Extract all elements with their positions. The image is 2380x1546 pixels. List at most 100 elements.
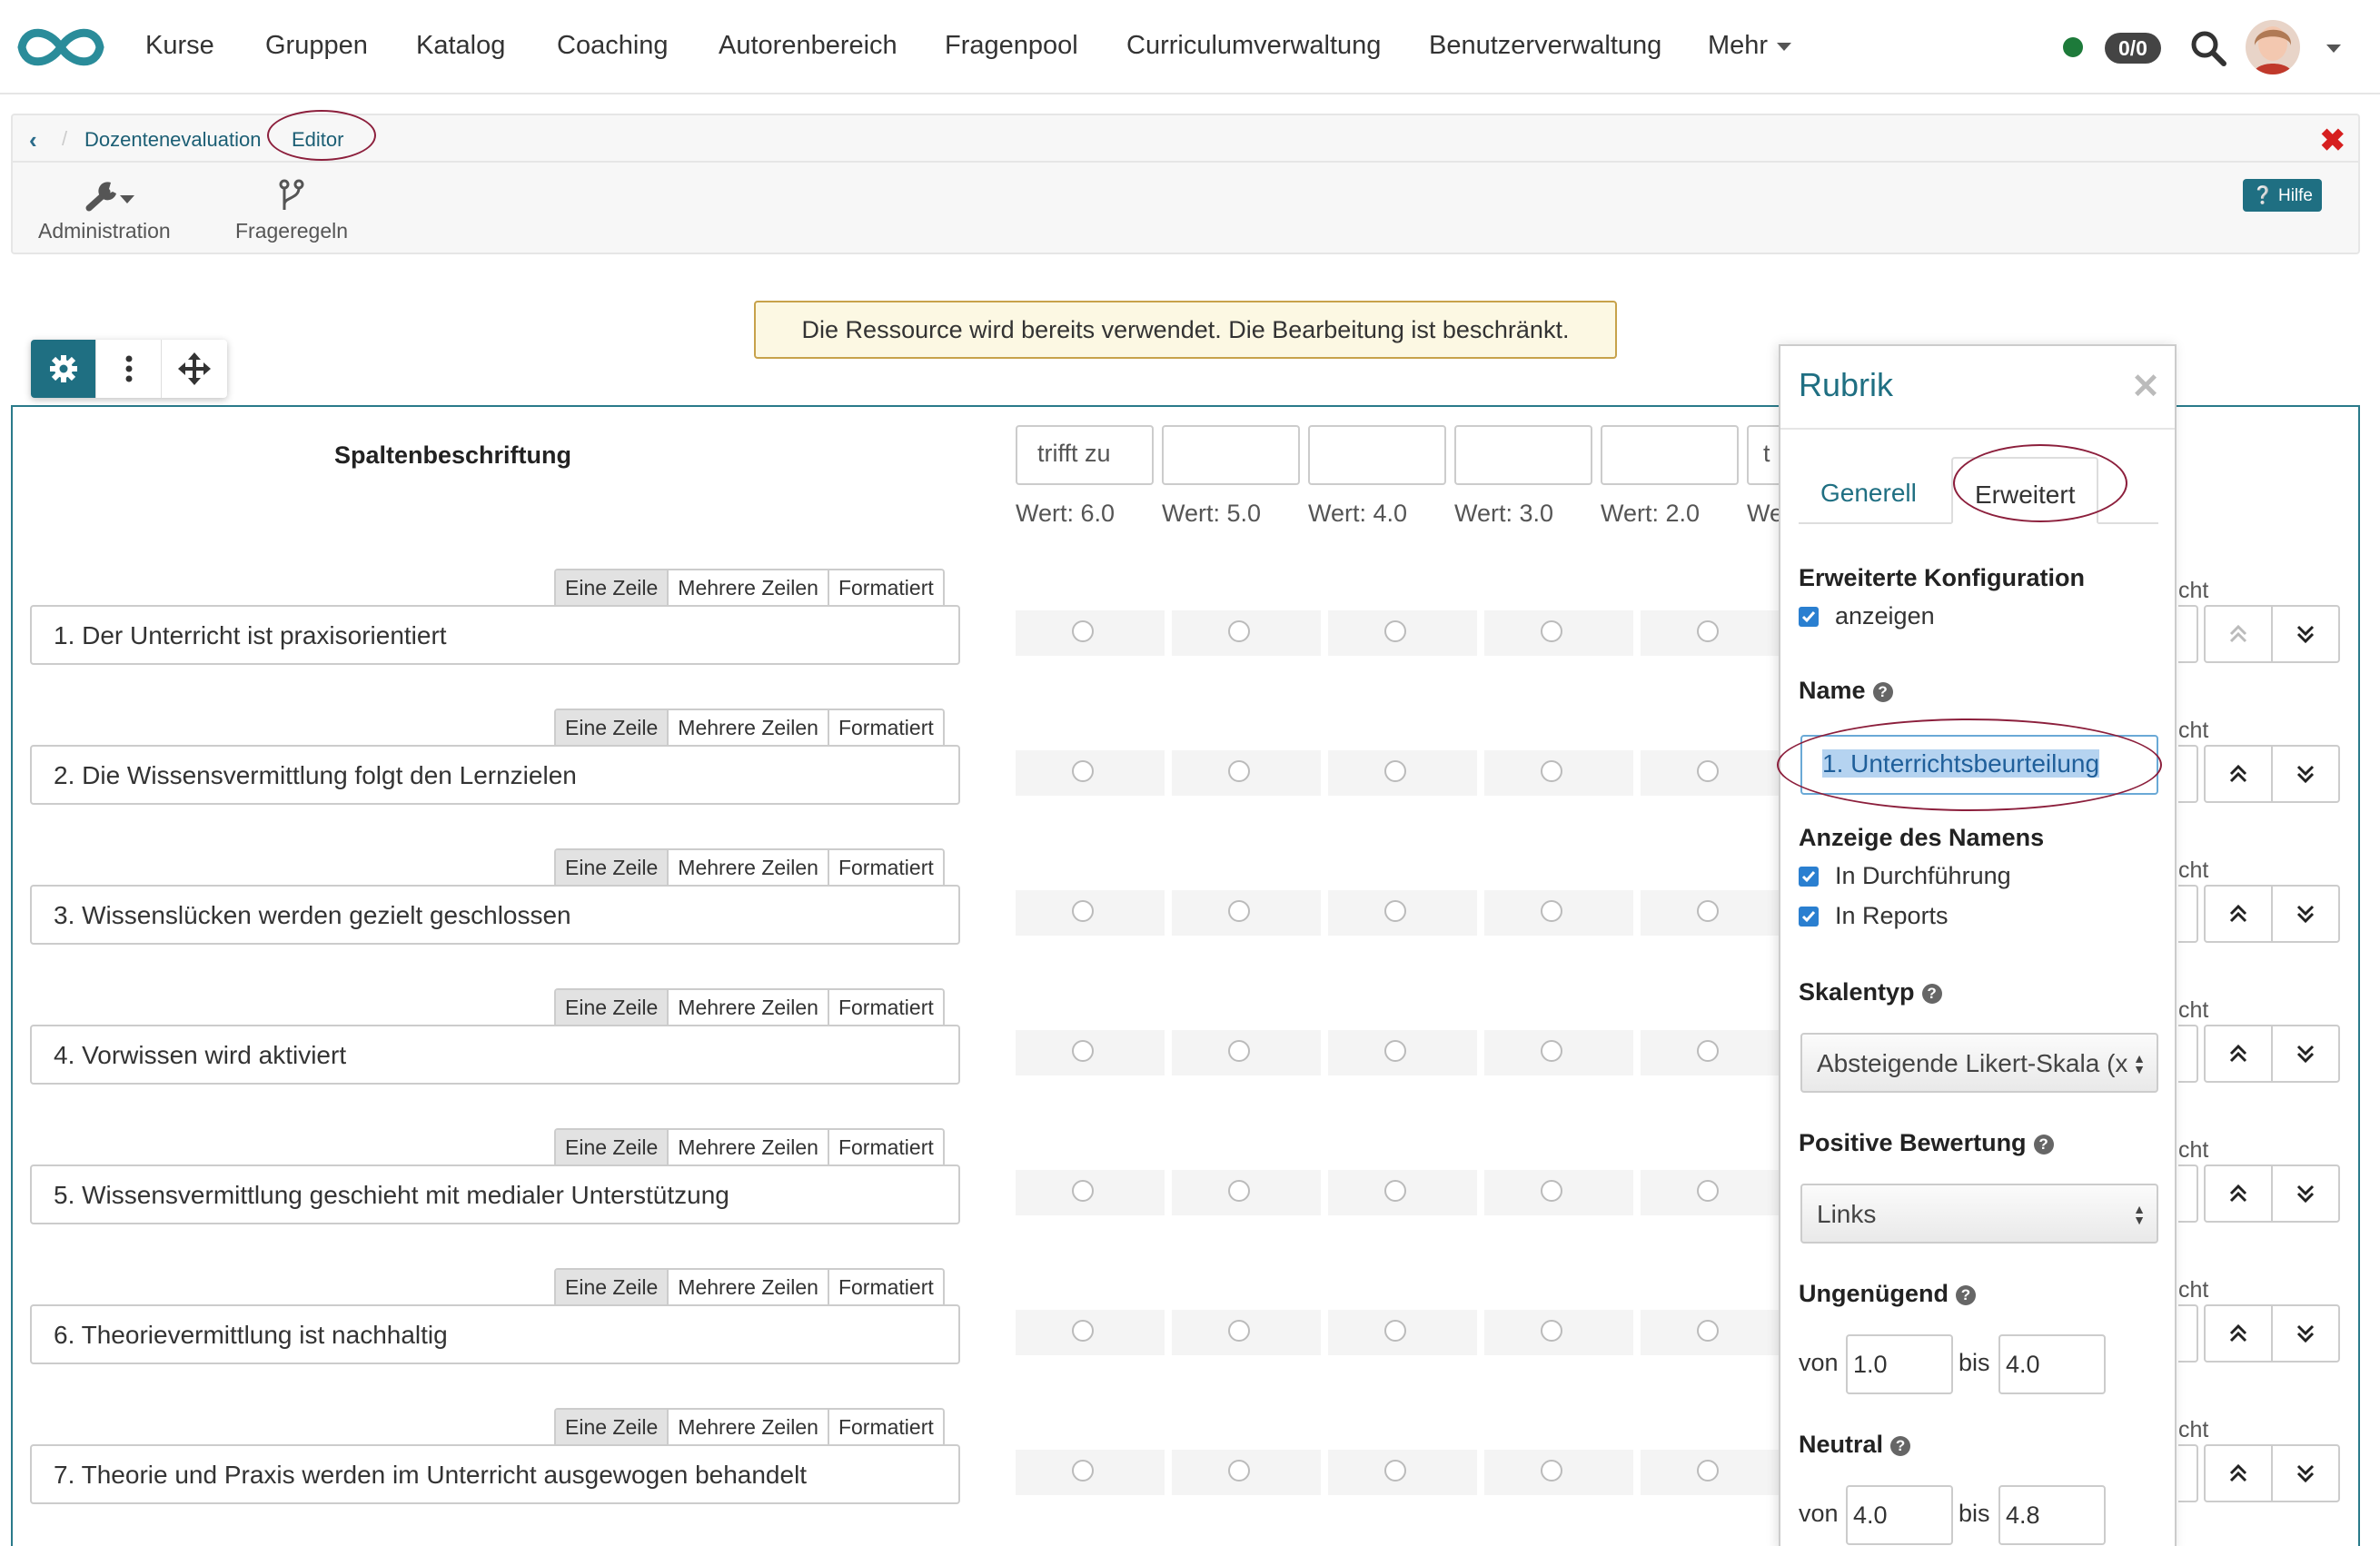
weight-input[interactable] [2178, 1304, 2198, 1363]
help-icon[interactable]: ? [1955, 1284, 1976, 1305]
mode-multi-line[interactable]: Mehrere Zeilen [667, 1270, 828, 1304]
radio-button[interactable] [1072, 900, 1094, 922]
radio-button[interactable] [1228, 620, 1250, 642]
mode-multi-line[interactable]: Mehrere Zeilen [667, 1130, 828, 1164]
radio-button[interactable] [1228, 900, 1250, 922]
more-options-button[interactable] [96, 340, 162, 398]
radio-button[interactable] [1072, 760, 1094, 782]
mode-multi-line[interactable]: Mehrere Zeilen [667, 570, 828, 605]
radio-button[interactable] [1228, 1180, 1250, 1202]
weight-input[interactable] [2178, 1444, 2198, 1502]
mode-formatted[interactable]: Formatiert [827, 710, 943, 745]
positive-select[interactable]: Links ▲ ▼ [1800, 1184, 2158, 1244]
weight-input[interactable] [2178, 1164, 2198, 1223]
radio-button[interactable] [1541, 760, 1562, 782]
mode-formatted[interactable]: Formatiert [827, 570, 943, 605]
mode-single-line[interactable]: Eine Zeile [556, 570, 668, 605]
question-input[interactable]: 6. Theorievermittlung ist nachhaltig [30, 1304, 960, 1364]
nav-gruppen[interactable]: Gruppen [265, 31, 368, 61]
radio-button[interactable] [1541, 1180, 1562, 1202]
help-icon[interactable]: ? [1921, 983, 1942, 1004]
openolat-logo[interactable] [13, 20, 109, 74]
weight-input[interactable] [2178, 605, 2198, 663]
notification-badge[interactable]: 0/0 [2105, 33, 2161, 64]
nav-coaching[interactable]: Coaching [557, 31, 669, 61]
settings-button[interactable] [31, 340, 96, 398]
radio-button[interactable] [1541, 1460, 1562, 1482]
mode-single-line[interactable]: Eine Zeile [556, 710, 668, 745]
radio-button[interactable] [1228, 1460, 1250, 1482]
weight-input[interactable] [2178, 885, 2198, 943]
radio-button[interactable] [1384, 900, 1406, 922]
weight-input[interactable] [2178, 745, 2198, 803]
move-down-button[interactable] [2271, 885, 2340, 943]
radio-button[interactable] [1541, 900, 1562, 922]
move-up-button[interactable] [2204, 745, 2273, 803]
radio-button[interactable] [1541, 1320, 1562, 1342]
radio-button[interactable] [1697, 1180, 1719, 1202]
breadcrumb-dozentenevaluation[interactable]: Dozentenevaluation [84, 128, 261, 152]
question-input[interactable]: 2. Die Wissensvermittlung folgt den Lern… [30, 745, 960, 805]
scale-label-input-1[interactable]: trifft zu [1016, 425, 1154, 485]
question-input[interactable]: 5. Wissensvermittlung geschieht mit medi… [30, 1164, 960, 1224]
radio-button[interactable] [1384, 620, 1406, 642]
checkbox-checked-icon[interactable] [1799, 606, 1819, 627]
question-input[interactable]: 4. Vorwissen wird aktiviert [30, 1025, 960, 1085]
mode-formatted[interactable]: Formatiert [827, 1410, 943, 1444]
radio-button[interactable] [1228, 1320, 1250, 1342]
mode-single-line[interactable]: Eine Zeile [556, 1130, 668, 1164]
help-icon[interactable]: ? [1872, 681, 1893, 702]
name-display-run-row[interactable]: In Durchführung [1799, 862, 2011, 890]
nav-kurse[interactable]: Kurse [145, 31, 214, 61]
advanced-config-checkbox-row[interactable]: anzeigen [1799, 602, 1935, 630]
nav-curriculumverwaltung[interactable]: Curriculumverwaltung [1126, 31, 1381, 61]
neutral-to-input[interactable]: 4.8 [1998, 1485, 2106, 1545]
scale-label-input-3[interactable] [1308, 425, 1446, 485]
close-icon[interactable]: ✖ [2320, 123, 2346, 159]
move-element-button[interactable] [162, 340, 227, 398]
radio-button[interactable] [1384, 1320, 1406, 1342]
mode-formatted[interactable]: Formatiert [827, 850, 943, 885]
checkbox-checked-icon[interactable] [1799, 906, 1819, 927]
insufficient-from-input[interactable]: 1.0 [1846, 1334, 1953, 1394]
move-up-button[interactable] [2204, 1025, 2273, 1083]
radio-button[interactable] [1384, 1040, 1406, 1062]
radio-button[interactable] [1228, 1040, 1250, 1062]
user-menu-chevron-icon[interactable] [2326, 45, 2341, 53]
mode-multi-line[interactable]: Mehrere Zeilen [667, 990, 828, 1025]
move-down-button[interactable] [2271, 1304, 2340, 1363]
scale-label-input-2[interactable] [1162, 425, 1300, 485]
move-down-button[interactable] [2271, 1444, 2340, 1502]
nav-fragenpool[interactable]: Fragenpool [945, 31, 1078, 61]
radio-button[interactable] [1072, 1180, 1094, 1202]
move-down-button[interactable] [2271, 605, 2340, 663]
radio-button[interactable] [1541, 1040, 1562, 1062]
move-down-button[interactable] [2271, 745, 2340, 803]
nav-more[interactable]: Mehr [1708, 31, 1792, 61]
search-icon[interactable] [2189, 29, 2227, 67]
insufficient-to-input[interactable]: 4.0 [1998, 1334, 2106, 1394]
radio-button[interactable] [1072, 1040, 1094, 1062]
question-input[interactable]: 7. Theorie und Praxis werden im Unterric… [30, 1444, 960, 1504]
panel-close-icon[interactable]: ✕ [2131, 366, 2160, 407]
administration-button[interactable]: Administration [38, 177, 171, 243]
move-down-button[interactable] [2271, 1025, 2340, 1083]
mode-single-line[interactable]: Eine Zeile [556, 1410, 668, 1444]
move-up-button[interactable] [2204, 605, 2273, 663]
radio-button[interactable] [1697, 1460, 1719, 1482]
question-input[interactable]: 3. Wissenslücken werden gezielt geschlos… [30, 885, 960, 945]
move-up-button[interactable] [2204, 1304, 2273, 1363]
mode-multi-line[interactable]: Mehrere Zeilen [667, 1410, 828, 1444]
radio-button[interactable] [1228, 760, 1250, 782]
mode-single-line[interactable]: Eine Zeile [556, 990, 668, 1025]
radio-button[interactable] [1384, 760, 1406, 782]
nav-autorenbereich[interactable]: Autorenbereich [719, 31, 897, 61]
tab-generell[interactable]: Generell [1799, 457, 1939, 524]
scale-label-input-5[interactable] [1601, 425, 1739, 485]
frageregeln-button[interactable]: Frageregeln [235, 177, 348, 243]
radio-button[interactable] [1697, 1040, 1719, 1062]
radio-button[interactable] [1697, 900, 1719, 922]
radio-button[interactable] [1541, 620, 1562, 642]
help-icon[interactable]: ? [1890, 1435, 1911, 1456]
neutral-from-input[interactable]: 4.0 [1846, 1485, 1953, 1545]
